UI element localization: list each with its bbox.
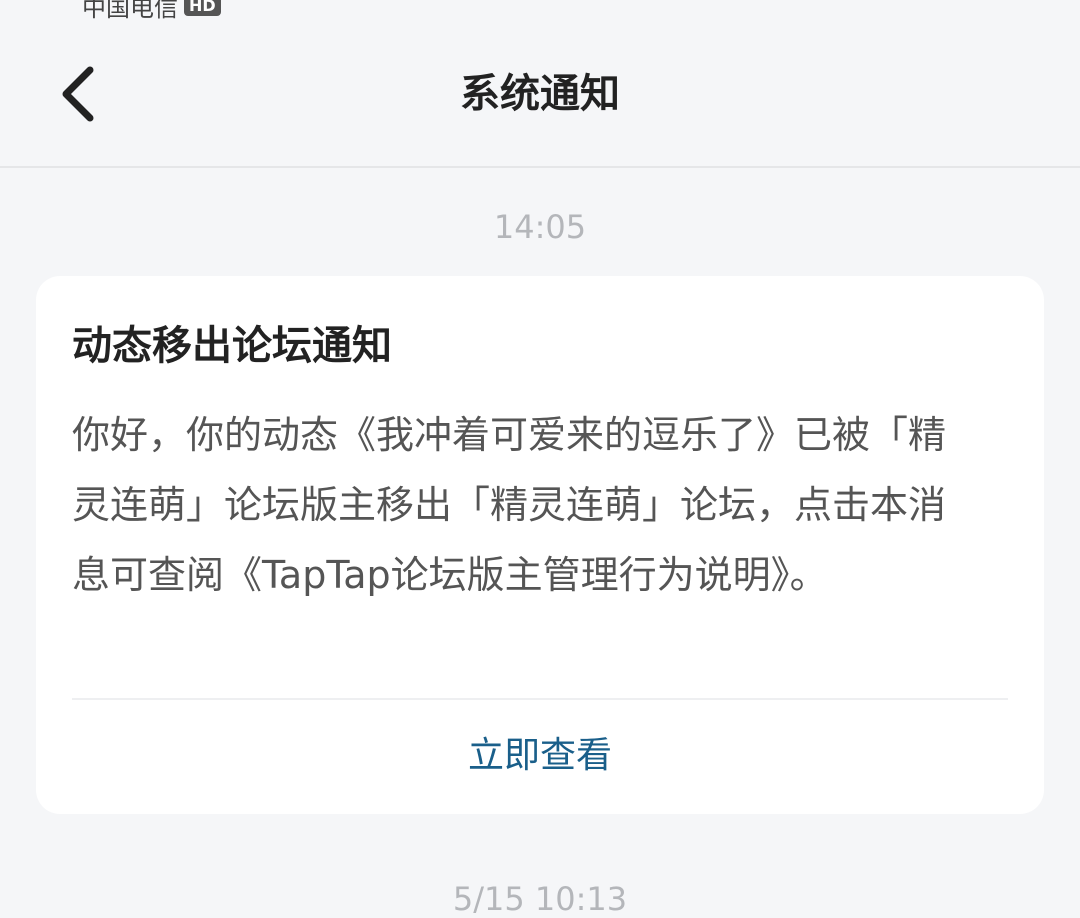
message-timestamp: 5/15 10:13 [452, 880, 628, 918]
carrier-name: 中国电信 [82, 0, 178, 20]
carrier-info: 中国电信 HD [82, 0, 221, 20]
page-title: 系统通知 [460, 71, 620, 117]
divider [72, 698, 1008, 700]
message-timestamp: 14:05 [493, 208, 587, 246]
battery-icon [750, 0, 1000, 6]
signal-icon [228, 0, 328, 4]
view-now-button[interactable]: 立即查看 [36, 732, 1044, 780]
notification-title: 动态移出论坛通知 [72, 323, 392, 369]
notification-card[interactable]: 动态移出论坛通知 你好，你的动态《我冲着可爱来的逗乐了》已被「精灵连萌」论坛版主… [36, 276, 1044, 814]
hd-badge: HD [184, 0, 221, 16]
nav-bar: 系统通知 [0, 20, 1080, 168]
status-bar: 中国电信 HD [0, 0, 1080, 20]
notification-body: 你好，你的动态《我冲着可爱来的逗乐了》已被「精灵连萌」论坛版主移出「精灵连萌」论… [72, 413, 947, 597]
